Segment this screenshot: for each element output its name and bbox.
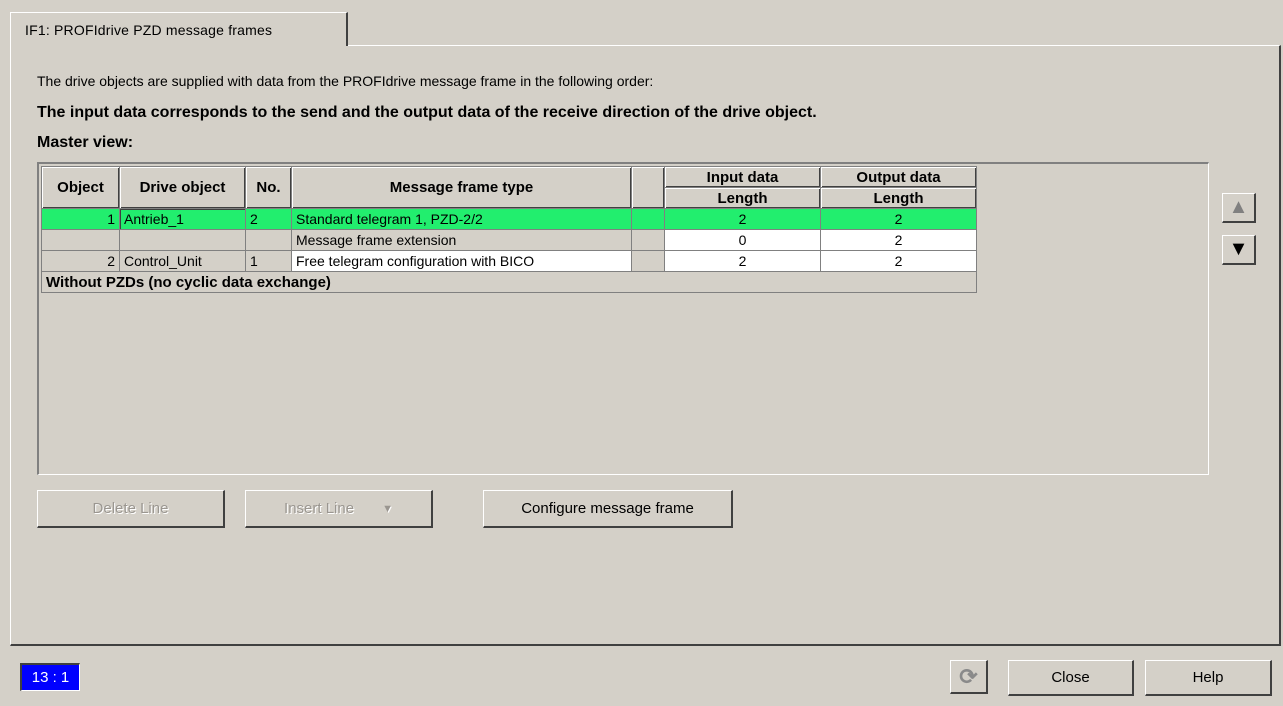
delete-line-button[interactable]: Delete Line — [37, 490, 225, 528]
table-row[interactable]: 2 Control_Unit 1 Free telegram configura… — [41, 250, 977, 272]
move-up-button[interactable]: ▲ — [1222, 193, 1256, 223]
refresh-button[interactable]: ⟳ — [950, 660, 988, 694]
input-output-note: The input data corresponds to the send a… — [37, 104, 817, 121]
cell-output-length: 2 — [820, 250, 977, 272]
cell-no-pzd[interactable]: Without PZDs (no cyclic data exchange) — [41, 271, 977, 293]
cell-no[interactable]: 1 — [245, 250, 292, 272]
triangle-up-icon: ▲ — [1228, 196, 1249, 218]
configure-label: Configure message frame — [521, 500, 694, 517]
cell-object — [41, 229, 120, 251]
cell-drive-object[interactable]: Control_Unit — [119, 250, 246, 272]
table-row[interactable]: Message frame extension 0 2 — [41, 229, 977, 251]
col-header-no: No. — [245, 166, 292, 209]
cell-blank — [631, 229, 665, 251]
cell-drive-object[interactable]: Antrieb_1 — [119, 208, 246, 230]
triangle-down-icon: ▼ — [1228, 238, 1249, 260]
col-header-drive-object: Drive object — [119, 166, 246, 209]
header-row: Object Drive object No. Message frame ty… — [41, 166, 977, 209]
tab-pzd-message-frames[interactable]: IF1: PROFIdrive PZD message frames — [10, 12, 348, 46]
help-label: Help — [1192, 669, 1224, 686]
cell-blank — [631, 250, 665, 272]
cell-input-length: 2 — [664, 208, 821, 230]
cell-frame-type[interactable]: Message frame extension — [291, 229, 632, 251]
refresh-icon: ⟳ — [959, 663, 978, 689]
close-label: Close — [1051, 669, 1090, 686]
intro-text: The drive objects are supplied with data… — [37, 73, 654, 89]
cell-no[interactable]: 2 — [245, 208, 292, 230]
col-header-object: Object — [41, 166, 120, 209]
chevron-down-icon: ▼ — [382, 502, 393, 515]
cell-blank — [631, 208, 665, 230]
col-header-input-length: Length — [664, 187, 821, 209]
cell-object: 1 — [41, 208, 120, 230]
configure-message-frame-button[interactable]: Configure message frame — [483, 490, 733, 528]
cell-object: 2 — [41, 250, 120, 272]
delete-line-label: Delete Line — [92, 500, 169, 517]
cell-input-length: 2 — [664, 250, 821, 272]
insert-line-button[interactable]: Insert Line ▼ — [245, 490, 433, 528]
col-header-input-data: Input data — [664, 166, 821, 188]
message-frame-grid[interactable]: Object Drive object No. Message frame ty… — [37, 162, 1209, 475]
master-view-label: Master view: — [37, 134, 134, 151]
cell-output-length: 2 — [820, 229, 977, 251]
cell-output-length: 2 — [820, 208, 977, 230]
cursor-position-indicator: 13 : 1 — [20, 663, 80, 691]
table-row[interactable]: 1 Antrieb_1 2 Standard telegram 1, PZD-2… — [41, 208, 977, 230]
cursor-position-text: 13 : 1 — [31, 669, 70, 686]
close-button[interactable]: Close — [1008, 660, 1134, 696]
message-frame-table: Object Drive object No. Message frame ty… — [41, 166, 977, 293]
insert-line-label: Insert Line — [284, 500, 355, 517]
cell-no — [245, 229, 292, 251]
col-header-frame-type: Message frame type — [291, 166, 632, 209]
cell-input-length: 0 — [664, 229, 821, 251]
col-header-blank — [631, 166, 665, 209]
col-header-output-length: Length — [820, 187, 977, 209]
cell-frame-type[interactable]: Free telegram configuration with BICO — [291, 250, 632, 272]
col-header-output-data: Output data — [820, 166, 977, 188]
help-button[interactable]: Help — [1145, 660, 1272, 696]
cell-drive-object — [119, 229, 246, 251]
table-row-no-pzd[interactable]: Without PZDs (no cyclic data exchange) — [41, 271, 977, 293]
cell-frame-type[interactable]: Standard telegram 1, PZD-2/2 — [291, 208, 632, 230]
move-down-button[interactable]: ▼ — [1222, 235, 1256, 265]
